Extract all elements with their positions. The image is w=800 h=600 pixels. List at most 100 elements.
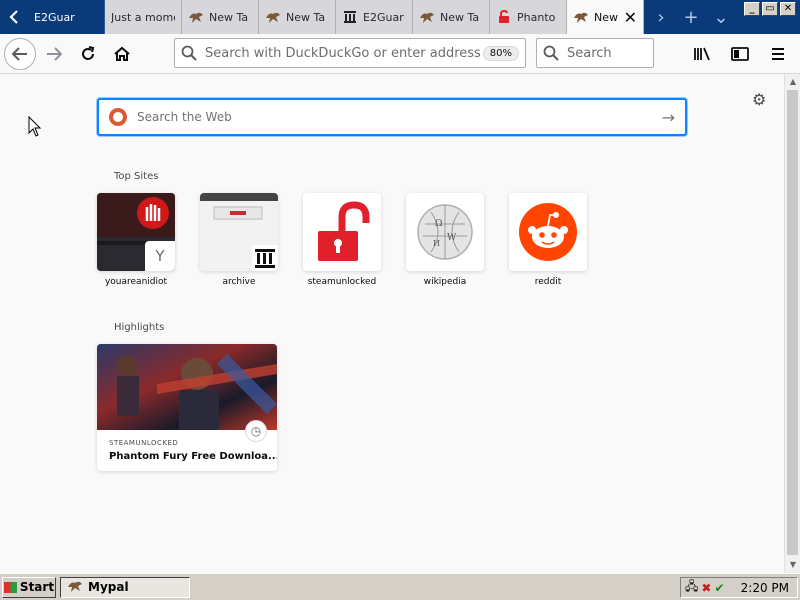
tab-scroll-right-button[interactable]: › [646, 7, 676, 28]
highlight-source: STEAMUNLOCKED [109, 439, 179, 447]
mypal-icon [188, 9, 204, 25]
maximize-button[interactable]: ▭ [762, 2, 778, 16]
padlock-icon [496, 9, 512, 25]
svg-text:Ω: Ω [435, 219, 442, 229]
url-bar-placeholder: Search with DuckDuckGo or enter address [205, 45, 481, 61]
tab-label: New Ta [209, 10, 249, 24]
tab-new-tab-2[interactable]: New Ta [259, 0, 336, 34]
wikipedia-globe-icon: Ω W И [417, 204, 473, 260]
all-tabs-chevron-down-icon[interactable]: ⌄ [706, 7, 736, 28]
top-site-reddit[interactable]: reddit [509, 193, 587, 287]
highlight-image [97, 344, 277, 430]
sidebar-icon [731, 47, 749, 61]
highlights-heading: Highlights [114, 322, 165, 333]
zoom-level-badge[interactable]: 80% [482, 45, 519, 61]
arrow-right-icon [47, 46, 62, 61]
clock-icon: ◷ [245, 420, 267, 442]
archive-icon [342, 9, 358, 25]
top-site-archive[interactable]: archive [200, 193, 278, 287]
tab-new-tab-3[interactable]: New Ta [413, 0, 490, 34]
back-button[interactable] [4, 37, 36, 70]
highlight-title: Phantom Fury Free Downloa... [109, 451, 277, 462]
hamburger-menu-icon [772, 48, 784, 60]
mypal-icon [67, 579, 83, 596]
tab-label: Phanto [517, 10, 556, 24]
close-tab-icon[interactable]: ✕ [624, 8, 637, 27]
highlight-card[interactable]: ◷ STEAMUNLOCKED Phantom Fury Free Downlo… [97, 344, 277, 471]
site-thumbnail: Y [97, 193, 175, 271]
tab-phantom[interactable]: Phanto [490, 0, 567, 34]
tab-label: New [594, 10, 618, 24]
forward-button[interactable] [38, 38, 70, 70]
start-label: Start [19, 580, 55, 594]
search-icon [543, 45, 559, 61]
scroll-up-arrow-icon[interactable]: ▲ [785, 74, 800, 90]
tab-label: New Ta [440, 10, 480, 24]
url-bar[interactable]: Search with DuckDuckGo or enter address … [174, 38, 526, 68]
top-sites-heading: Top Sites [114, 171, 159, 182]
top-site-label: archive [222, 277, 256, 287]
close-window-button[interactable]: ✕ [780, 2, 796, 16]
system-tray: 🖧 ✖ ✔ 2:20 PM [680, 577, 798, 598]
site-thumbnail [303, 193, 381, 271]
search-bar[interactable]: Search [536, 38, 654, 68]
security-alert-icon[interactable]: ✖ [701, 581, 711, 595]
web-search-input[interactable]: Search the Web → [97, 98, 687, 136]
top-sites-grid: Y youareanidiot archive steamunlocked Ω … [97, 193, 587, 287]
new-tab-button[interactable]: + [676, 7, 706, 28]
site-thumbnail: Ω W И [406, 193, 484, 271]
gear-icon[interactable]: ⚙ [752, 90, 766, 109]
library-icon [694, 47, 710, 61]
top-site-wikipedia[interactable]: Ω W И wikipedia [406, 193, 484, 287]
arrow-left-icon [12, 46, 27, 61]
top-site-label: reddit [534, 277, 562, 287]
tab-just-a-moment[interactable]: Just a mome [105, 0, 182, 34]
arrow-right-icon[interactable]: → [662, 108, 675, 127]
tab-new-tab-1[interactable]: New Ta [182, 0, 259, 34]
minimize-button[interactable]: _ [744, 2, 760, 16]
tab-label: E2Guar [363, 10, 404, 24]
menu-button[interactable] [762, 38, 794, 70]
scroll-down-arrow-icon[interactable]: ▼ [785, 557, 800, 573]
taskbar-window-mypal[interactable]: Mypal [60, 576, 190, 598]
tab-label: New Ta [286, 10, 326, 24]
library-button[interactable] [686, 38, 718, 70]
search-icon [181, 45, 197, 61]
taskbar-window-label: Mypal [88, 580, 129, 594]
top-site-steamunlocked[interactable]: steamunlocked [303, 193, 381, 287]
home-button[interactable] [106, 38, 138, 70]
home-icon [114, 46, 130, 61]
duckduckgo-icon [109, 108, 127, 126]
svg-text:W: W [447, 233, 457, 243]
top-site-label: wikipedia [423, 277, 467, 287]
tab-e2guardian-2[interactable]: E2Guar [336, 0, 413, 34]
site-letter-badge: Y [145, 241, 175, 271]
tab-scroll-left-button[interactable] [0, 0, 28, 34]
vertical-scrollbar[interactable]: ▲ ▼ [784, 74, 800, 573]
tab-e2guardian[interactable]: E2Guar [28, 0, 105, 34]
site-thumbnail [509, 193, 587, 271]
web-search-placeholder: Search the Web [137, 110, 232, 124]
search-bar-placeholder: Search [567, 45, 612, 61]
tab-strip: E2Guar Just a mome New Ta New Ta E2Guar … [0, 0, 800, 34]
scrollbar-thumb[interactable] [787, 90, 798, 555]
reload-button[interactable] [72, 38, 104, 70]
tab-label: Just a mome [111, 10, 175, 24]
start-button[interactable]: Start [2, 576, 56, 598]
tab-new-tab-active[interactable]: New ✕ [567, 0, 644, 34]
tab-label: E2Guar [34, 10, 75, 24]
svg-text:И: И [433, 239, 440, 248]
windows-logo-icon [3, 581, 17, 593]
reddit-icon [519, 203, 577, 261]
tray-clock[interactable]: 2:20 PM [741, 581, 789, 595]
mypal-icon [265, 9, 281, 25]
shield-check-icon[interactable]: ✔ [714, 581, 724, 595]
top-site-label: youareanidiot [104, 277, 168, 287]
reload-icon [82, 45, 95, 60]
network-icon[interactable]: 🖧 [685, 577, 698, 598]
sidebar-button[interactable] [724, 38, 756, 70]
mypal-icon [419, 9, 435, 25]
top-site-label: steamunlocked [307, 277, 377, 287]
top-site-youareanidiot[interactable]: Y youareanidiot [97, 193, 175, 287]
windows-taskbar: Start Mypal 🖧 ✖ ✔ 2:20 PM [0, 573, 800, 600]
